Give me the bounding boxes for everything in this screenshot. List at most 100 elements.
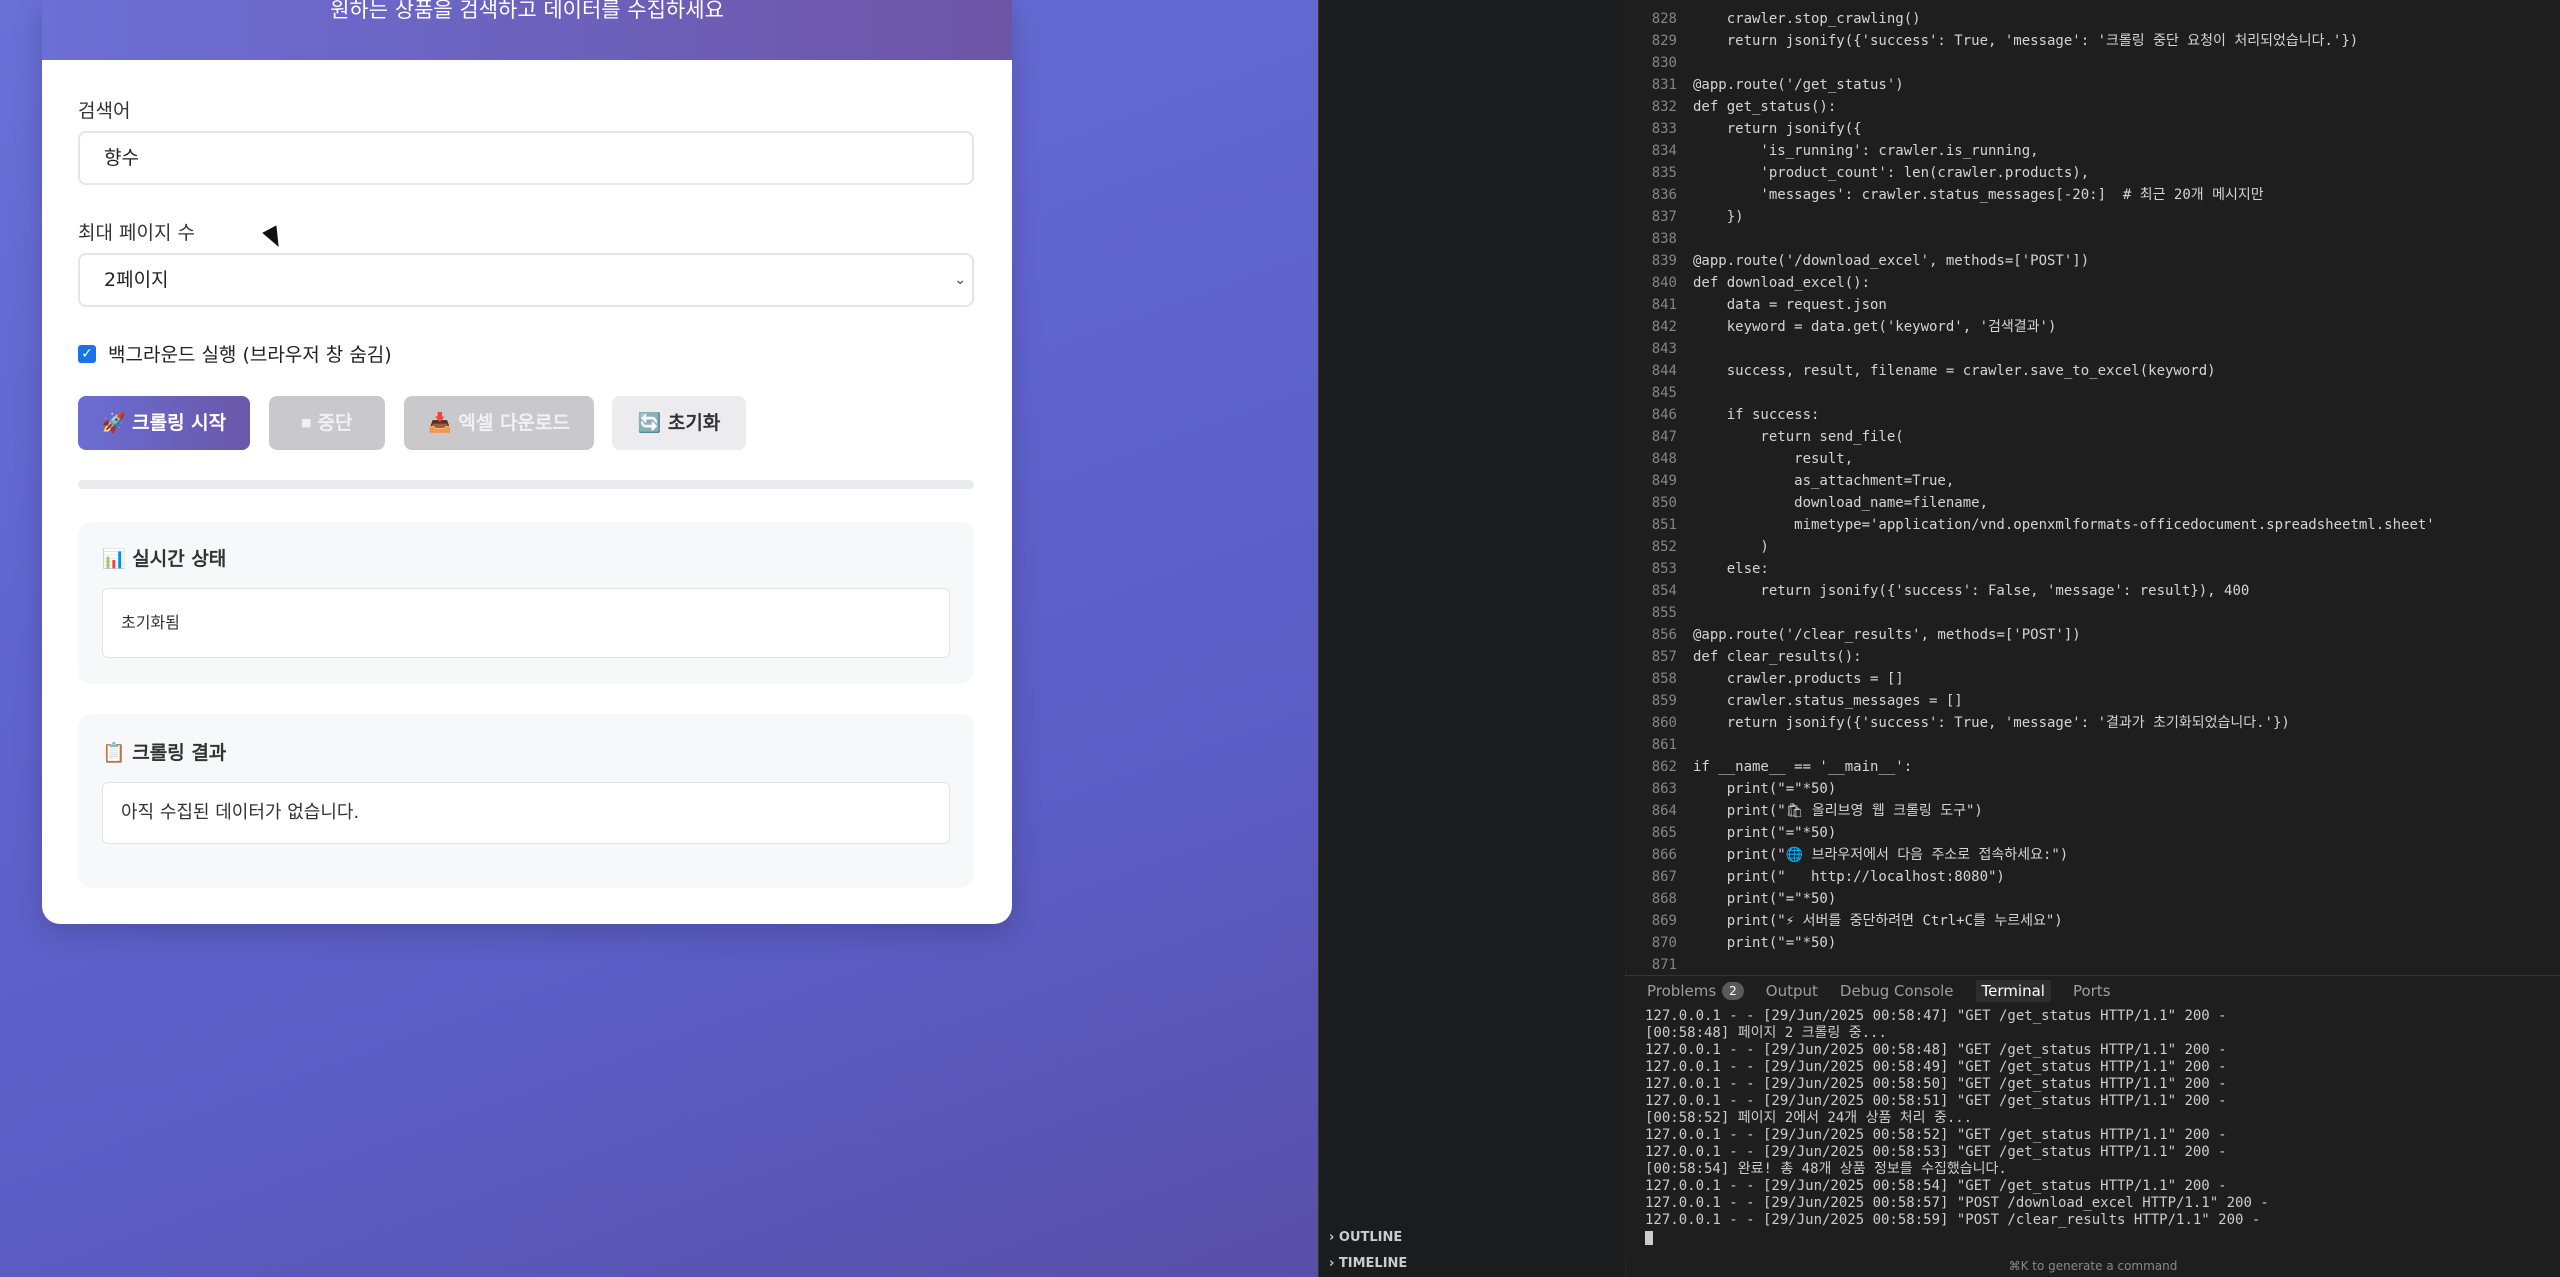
- code-text: 'is_running': crawler.is_running,: [1693, 143, 2039, 159]
- line-number: 841: [1651, 297, 1677, 313]
- status-box: 초기화됨: [102, 588, 950, 658]
- panel-tabs: Problems 2 Output Debug Console Terminal…: [1625, 975, 2560, 1006]
- code-line: 841 data = request.json: [1625, 294, 1887, 316]
- code-line: 863 print("="*50): [1625, 778, 1837, 800]
- code-line: 858 crawler.products = []: [1625, 668, 1904, 690]
- line-number: 861: [1651, 737, 1677, 753]
- terminal-line: [00:58:48] 페이지 2 크롤링 중...: [1645, 1025, 1887, 1041]
- code-line: 864 print("🛍 올리브영 웹 크롤링 도구"): [1625, 800, 1983, 822]
- code-text: return jsonify({'success': True, 'messag…: [1693, 33, 2359, 49]
- code-line: 856 @app.route('/clear_results', methods=…: [1625, 624, 2081, 646]
- tab-output-label: Output: [1765, 982, 1818, 1000]
- code-text: def download_excel():: [1693, 275, 1871, 291]
- line-number: 869: [1651, 913, 1677, 929]
- line-number: 848: [1651, 451, 1677, 467]
- line-number: 849: [1651, 473, 1677, 489]
- background-checkbox[interactable]: ✓: [78, 344, 96, 363]
- tab-ports[interactable]: Ports: [2073, 982, 2111, 1000]
- line-number: 838: [1651, 231, 1677, 247]
- code-line: 839 @app.route('/download_excel', methods…: [1625, 250, 2089, 272]
- code-line: 870 print("="*50): [1625, 932, 1837, 954]
- code-line: 859 crawler.status_messages = []: [1625, 690, 1963, 712]
- tab-terminal-label: Terminal: [1981, 982, 2045, 1000]
- terminal-line: 127.0.0.1 - - [29/Jun/2025 00:58:59] "PO…: [1645, 1212, 2261, 1228]
- code-text: 'messages': crawler.status_messages[-20:…: [1693, 187, 2264, 203]
- line-number: 865: [1651, 825, 1677, 841]
- start-crawling-button[interactable]: 🚀 크롤링 시작: [78, 396, 250, 450]
- code-area[interactable]: 828 crawler.stop_crawling() 829 return js…: [1625, 0, 2560, 970]
- code-text: if __name__ == '__main__':: [1693, 759, 1913, 775]
- line-number: 844: [1651, 363, 1677, 379]
- code-line: 868 print("="*50): [1625, 888, 1837, 910]
- stop-button[interactable]: ⏹ 중단: [269, 396, 385, 450]
- timeline-section[interactable]: › TIMELINE: [1329, 1256, 1407, 1271]
- code-line: 837 }): [1625, 206, 1744, 228]
- code-line: 840 def download_excel():: [1625, 272, 1870, 294]
- tab-problems[interactable]: Problems 2: [1647, 982, 1744, 1000]
- code-line: 828 crawler.stop_crawling(): [1625, 8, 1921, 30]
- code-text: data = request.json: [1693, 297, 1887, 313]
- line-number: 855: [1651, 605, 1677, 621]
- pages-label: 최대 페이지 수: [78, 222, 195, 244]
- code-line: 846 if success:: [1625, 404, 1820, 426]
- code-text: 'product_count': len(crawler.products),: [1693, 165, 2090, 181]
- keyword-input[interactable]: 향수: [78, 131, 974, 185]
- terminal-line: [00:58:54] 완료! 총 48개 상품 정보를 수집했습니다.: [1645, 1161, 2007, 1177]
- code-text: ): [1693, 539, 1769, 555]
- line-number: 834: [1651, 143, 1677, 159]
- code-text: def get_status():: [1693, 99, 1837, 115]
- code-line: 857 def clear_results():: [1625, 646, 1862, 668]
- terminal-line: 127.0.0.1 - - [29/Jun/2025 00:58:57] "PO…: [1645, 1195, 2269, 1211]
- code-line: 830: [1625, 52, 1693, 74]
- code-text: return jsonify({: [1693, 121, 1862, 137]
- results-text: 아직 수집된 데이터가 없습니다.: [121, 802, 360, 823]
- line-number: 835: [1651, 165, 1677, 181]
- code-text: print("🌐 브라우저에서 다음 주소로 접속하세요:"): [1693, 847, 2069, 863]
- code-line: 832 def get_status():: [1625, 96, 1837, 118]
- tab-output[interactable]: Output: [1766, 982, 1818, 1000]
- code-line: 844 success, result, filename = crawler.…: [1625, 360, 2216, 382]
- code-editor: › OUTLINE › TIMELINE 828 crawler.stop_cr…: [1318, 0, 2560, 1277]
- code-text: crawler.status_messages = []: [1693, 693, 1963, 709]
- code-line: 852 ): [1625, 536, 1769, 558]
- code-line: 836 'messages': crawler.status_messages[…: [1625, 184, 2264, 206]
- line-number: 831: [1651, 77, 1677, 93]
- line-number: 863: [1651, 781, 1677, 797]
- tab-terminal[interactable]: Terminal: [1975, 980, 2051, 1002]
- outline-section[interactable]: › OUTLINE: [1329, 1230, 1402, 1245]
- chevron-right-icon: ›: [1329, 1230, 1339, 1245]
- code-text: print("="*50): [1693, 781, 1837, 797]
- status-text: 초기화됨: [121, 613, 180, 632]
- code-line: 847 return send_file(: [1625, 426, 1904, 448]
- line-number: 851: [1651, 517, 1677, 533]
- line-number: 840: [1651, 275, 1677, 291]
- excel-download-button[interactable]: 📥 엑셀 다운로드: [404, 396, 594, 450]
- code-line: 862 if __name__ == '__main__':: [1625, 756, 1912, 778]
- line-number: 845: [1651, 385, 1677, 401]
- code-text: return send_file(: [1693, 429, 1904, 445]
- line-number: 833: [1651, 121, 1677, 137]
- terminal-line: 127.0.0.1 - - [29/Jun/2025 00:58:48] "GE…: [1645, 1042, 2227, 1058]
- terminal-line: 127.0.0.1 - - [29/Jun/2025 00:58:49] "GE…: [1645, 1059, 2227, 1075]
- line-number: 830: [1651, 55, 1677, 71]
- status-title: 📊 실시간 상태: [102, 548, 227, 570]
- tab-debug-label: Debug Console: [1839, 982, 1954, 1000]
- reset-button[interactable]: 🔄 초기화: [612, 396, 746, 450]
- code-text: crawler.stop_crawling(): [1693, 11, 1921, 27]
- code-line: 871: [1625, 954, 1693, 970]
- terminal-output[interactable]: 127.0.0.1 - - [29/Jun/2025 00:58:47] "GE…: [1625, 1008, 2560, 1258]
- line-number: 857: [1651, 649, 1677, 665]
- line-number: 839: [1651, 253, 1677, 269]
- terminal-line: 127.0.0.1 - - [29/Jun/2025 00:58:51] "GE…: [1645, 1093, 2227, 1109]
- line-number: 846: [1651, 407, 1677, 423]
- line-number: 859: [1651, 693, 1677, 709]
- line-number: 842: [1651, 319, 1677, 335]
- line-number: 832: [1651, 99, 1677, 115]
- pages-select[interactable]: 2페이지 ⌄: [78, 253, 974, 307]
- keyword-label: 검색어: [78, 100, 131, 122]
- tab-debug-console[interactable]: Debug Console: [1840, 982, 1954, 1000]
- line-number: 860: [1651, 715, 1677, 731]
- code-text: result,: [1693, 451, 1854, 467]
- code-line: 843: [1625, 338, 1693, 360]
- code-line: 854 return jsonify({'success': False, 'm…: [1625, 580, 2250, 602]
